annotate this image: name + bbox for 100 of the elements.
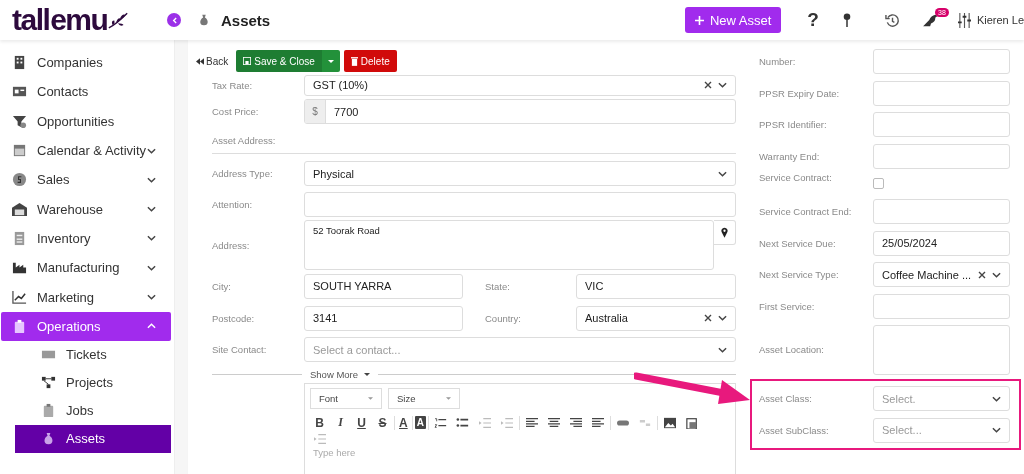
chevron-icon	[992, 427, 1001, 434]
plus-icon	[694, 15, 704, 25]
field-label: Country:	[484, 312, 522, 324]
sidebar-item[interactable]: Calendar & Activity	[0, 135, 174, 166]
factory-icon	[12, 260, 27, 276]
trash-icon	[350, 56, 358, 66]
format-button[interactable]: I	[331, 415, 350, 430]
price-field[interactable]: $ 7700	[304, 99, 736, 124]
input-field[interactable]	[873, 49, 1010, 75]
caret-icon	[446, 397, 451, 400]
format-button[interactable]: B	[310, 415, 329, 430]
field-label: Warranty End:	[759, 150, 821, 162]
sidebar-item[interactable]: Companies	[0, 48, 174, 78]
field-label: City:	[212, 280, 232, 292]
checkbox[interactable]	[873, 178, 884, 189]
input-field[interactable]: 25/05/2024	[873, 230, 1010, 256]
input-field[interactable]	[873, 199, 1010, 225]
sidebar-item[interactable]: Opportunities	[0, 106, 174, 136]
highlight-color-button[interactable]: A	[414, 416, 426, 429]
field-label: Number:	[759, 56, 797, 68]
sidebar-subitem[interactable]: Tickets	[15, 340, 171, 369]
field-label: Cost Price:	[212, 106, 260, 117]
justify-icon[interactable]	[590, 416, 605, 429]
input-field[interactable]	[873, 112, 1010, 138]
bullet-list-icon[interactable]	[455, 416, 470, 429]
input-field[interactable]	[873, 80, 1010, 106]
input-field[interactable]	[873, 293, 1010, 319]
funnel-icon	[12, 113, 27, 129]
field-label: First Service:	[759, 300, 816, 312]
select-value: Physical	[313, 167, 355, 180]
clear-icon[interactable]	[704, 314, 712, 322]
delete-button[interactable]: Delete	[343, 50, 397, 72]
field-label: Postcode:	[212, 312, 256, 324]
input-field[interactable]	[304, 192, 736, 217]
input-field[interactable]: 3141	[304, 305, 463, 331]
sidebar-subitem[interactable]: Projects	[15, 368, 171, 397]
ordered-list-icon[interactable]	[433, 416, 448, 429]
select-placeholder: Select.	[882, 392, 917, 405]
sidebar-item[interactable]: Operations	[1, 311, 171, 341]
sidebar-subitem[interactable]: Assets	[15, 424, 171, 453]
select-field[interactable]: GST (10%)	[304, 74, 736, 96]
paste-icon[interactable]	[684, 416, 699, 429]
select-value: Australia	[585, 312, 629, 324]
field-label: Service Contract:	[759, 172, 833, 183]
user-name[interactable]: Kieren Le	[976, 14, 1024, 26]
field-label: Asset Location:	[759, 344, 825, 355]
input-field[interactable]: SOUTH YARRA	[304, 273, 463, 299]
format-button[interactable]: U	[352, 415, 371, 430]
collapse-sidebar-button[interactable]	[167, 13, 181, 27]
select-value: GST (10%)	[313, 79, 369, 91]
sidebar-item[interactable]: Inventory	[0, 223, 174, 254]
input-field[interactable]: VIC	[576, 273, 736, 299]
font-dropdown[interactable]: Font	[310, 388, 382, 409]
field-label: Site Contact:	[212, 344, 268, 355]
image-icon[interactable]	[662, 416, 677, 429]
history-icon[interactable]	[884, 12, 900, 28]
size-dropdown[interactable]: Size	[388, 388, 460, 409]
editor-placeholder: Type here	[312, 447, 357, 458]
field-label: Asset SubClass:	[759, 424, 830, 436]
pin-icon[interactable]	[842, 12, 851, 28]
sidebar-item[interactable]: Manufacturing	[0, 253, 174, 283]
map-pin-button[interactable]	[714, 220, 736, 245]
rich-text-editor[interactable]: Font Size B I U S A A Type here	[304, 383, 736, 474]
text-color-button[interactable]: A	[397, 415, 410, 430]
chevron-icon	[992, 271, 1001, 278]
select-field[interactable]: Australia	[576, 305, 736, 331]
select-placeholder: Select a contact...	[313, 343, 402, 356]
clear-icon[interactable]	[704, 81, 712, 89]
back-button[interactable]: Back	[192, 55, 233, 67]
select-field[interactable]: Coffee Machine ...	[873, 262, 1010, 288]
align-left-icon[interactable]	[524, 416, 539, 429]
sliders-icon[interactable]	[957, 12, 971, 28]
new-asset-button[interactable]: New Asset	[684, 7, 782, 33]
field-label: Next Service Due:	[759, 237, 837, 249]
select-placeholder: Select...	[882, 424, 923, 437]
input-field[interactable]	[873, 143, 1010, 169]
format-button[interactable]: S	[373, 415, 392, 430]
save-icon	[243, 57, 252, 65]
field-label: Next Service Type:	[759, 269, 840, 281]
sidebar-item[interactable]: Marketing	[0, 282, 174, 312]
clear-icon[interactable]	[978, 270, 986, 279]
field-label: PPSR Identifier:	[759, 119, 828, 131]
textarea-field[interactable]: 52 Toorak Road	[304, 220, 715, 270]
sidebar-item[interactable]: Warehouse	[0, 194, 174, 224]
align-center-icon[interactable]	[546, 416, 561, 429]
sidebar-item[interactable]: Contacts	[0, 77, 174, 107]
select-field[interactable]: Physical	[304, 161, 736, 186]
currency-prefix: $	[305, 100, 326, 123]
clipboard-icon	[12, 318, 27, 334]
show-more-button[interactable]: Show More	[310, 368, 371, 380]
save-close-button[interactable]: Save & Close	[236, 50, 322, 72]
textarea-field[interactable]	[873, 324, 1010, 375]
align-right-icon[interactable]	[568, 416, 583, 429]
warehouse-icon	[12, 201, 27, 217]
sidebar-item[interactable]: Sales	[0, 165, 174, 195]
sidebar-subitem[interactable]: Jobs	[15, 396, 171, 425]
field-label: Address Type:	[212, 168, 274, 179]
help-button[interactable]: ?	[807, 9, 819, 31]
chevron-icon	[718, 82, 727, 88]
chevron-left-icon	[171, 16, 177, 24]
